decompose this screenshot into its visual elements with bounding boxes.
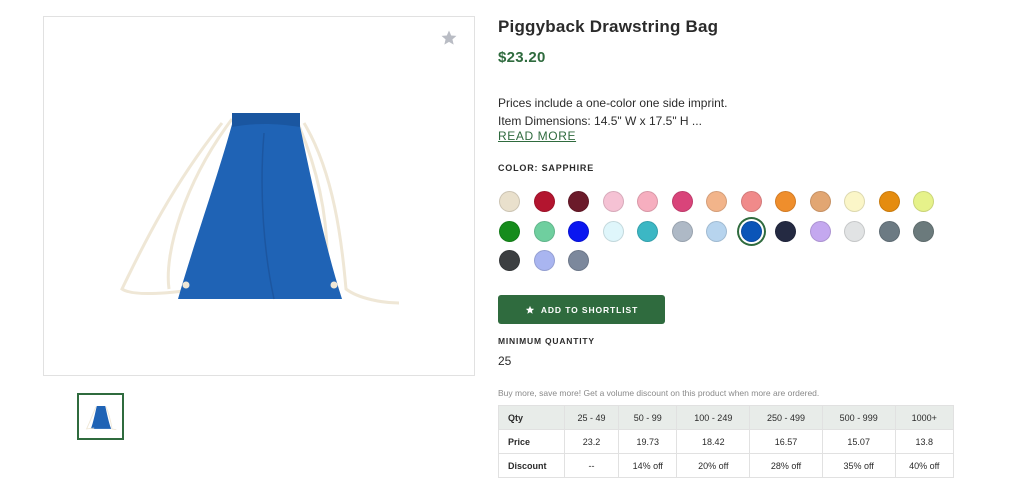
color-swatch[interactable] bbox=[568, 250, 589, 271]
color-swatch[interactable] bbox=[913, 191, 934, 212]
qty-range: 50 - 99 bbox=[618, 405, 678, 430]
color-swatch[interactable] bbox=[844, 191, 865, 212]
discount-cell: 35% off bbox=[821, 453, 896, 478]
qty-range: 1000+ bbox=[894, 405, 955, 430]
product-title: Piggyback Drawstring Bag bbox=[498, 17, 719, 36]
discount-cell: -- bbox=[563, 453, 620, 478]
color-swatch[interactable] bbox=[878, 220, 900, 242]
color-swatch[interactable] bbox=[809, 220, 831, 242]
discount-row-label: Discount bbox=[498, 453, 565, 478]
description-line: Item Dimensions: 14.5" W x 17.5" H ... bbox=[498, 114, 702, 128]
color-swatch[interactable] bbox=[671, 220, 693, 242]
color-swatch[interactable] bbox=[637, 220, 658, 242]
star-icon bbox=[525, 305, 534, 314]
color-swatch[interactable] bbox=[499, 220, 520, 242]
color-swatch-selected[interactable] bbox=[740, 220, 762, 242]
add-to-shortlist-label: ADD TO SHORTLIST bbox=[540, 304, 639, 315]
price-row: Price 23.2 19.73 18.42 16.57 15.07 13.8 bbox=[498, 429, 955, 454]
product-price: $23.20 bbox=[498, 49, 546, 66]
qty-range: 500 - 999 bbox=[821, 405, 896, 430]
product-description: Prices include a one-color one side impr… bbox=[498, 94, 727, 130]
color-swatch[interactable] bbox=[602, 191, 624, 212]
discount-cell: 14% off bbox=[618, 453, 678, 478]
color-swatch[interactable] bbox=[499, 250, 520, 271]
read-more-link[interactable]: READ MORE bbox=[498, 129, 576, 143]
discount-cell: 40% off bbox=[894, 453, 955, 478]
color-swatch[interactable] bbox=[602, 220, 624, 242]
color-swatch[interactable] bbox=[878, 191, 900, 212]
discount-row: Discount -- 14% off 20% off 28% off 35% … bbox=[498, 453, 955, 478]
qty-range: 250 - 499 bbox=[749, 405, 823, 430]
qty-range: 100 - 249 bbox=[676, 405, 751, 430]
color-swatch[interactable] bbox=[568, 220, 589, 242]
qty-header: Qty bbox=[498, 405, 565, 430]
color-swatch[interactable] bbox=[809, 191, 831, 212]
volume-discount-note: Buy more, save more! Get a volume discou… bbox=[498, 388, 820, 398]
color-swatch[interactable] bbox=[913, 220, 934, 242]
price-cell: 19.73 bbox=[618, 429, 678, 454]
qty-range: 25 - 49 bbox=[563, 405, 620, 430]
pricing-header-row: Qty 25 - 49 50 - 99 100 - 249 250 - 499 … bbox=[498, 405, 955, 430]
color-swatch[interactable] bbox=[671, 191, 693, 212]
favorite-star-icon[interactable] bbox=[440, 29, 458, 47]
color-swatch[interactable] bbox=[568, 191, 589, 212]
price-cell: 16.57 bbox=[749, 429, 823, 454]
color-swatch[interactable] bbox=[499, 191, 520, 212]
product-thumbnail[interactable] bbox=[77, 393, 124, 440]
color-swatch[interactable] bbox=[533, 191, 555, 212]
color-swatch[interactable] bbox=[706, 191, 727, 212]
minimum-quantity-label: MINIMUM QUANTITY bbox=[498, 336, 595, 346]
add-to-shortlist-button[interactable]: ADD TO SHORTLIST bbox=[498, 295, 665, 324]
discount-cell: 28% off bbox=[749, 453, 823, 478]
price-cell: 23.2 bbox=[563, 429, 620, 454]
price-cell: 18.42 bbox=[676, 429, 751, 454]
price-cell: 13.8 bbox=[894, 429, 955, 454]
color-swatch[interactable] bbox=[740, 191, 762, 212]
product-image-panel bbox=[43, 16, 475, 376]
product-image bbox=[120, 113, 400, 305]
discount-cell: 20% off bbox=[676, 453, 751, 478]
minimum-quantity-value: 25 bbox=[498, 354, 512, 368]
color-label: COLOR: SAPPHIRE bbox=[498, 163, 595, 173]
color-swatch[interactable] bbox=[775, 220, 796, 242]
pricing-table: Qty 25 - 49 50 - 99 100 - 249 250 - 499 … bbox=[498, 405, 955, 478]
price-row-label: Price bbox=[498, 429, 565, 454]
color-swatch[interactable] bbox=[775, 191, 796, 212]
price-cell: 15.07 bbox=[821, 429, 896, 454]
color-swatch[interactable] bbox=[706, 220, 727, 242]
color-swatch[interactable] bbox=[533, 250, 555, 271]
color-swatch[interactable] bbox=[533, 220, 555, 242]
color-swatch[interactable] bbox=[844, 220, 865, 242]
description-line: Prices include a one-color one side impr… bbox=[498, 96, 728, 110]
color-swatch[interactable] bbox=[637, 191, 658, 212]
thumbnail-image bbox=[85, 405, 116, 430]
